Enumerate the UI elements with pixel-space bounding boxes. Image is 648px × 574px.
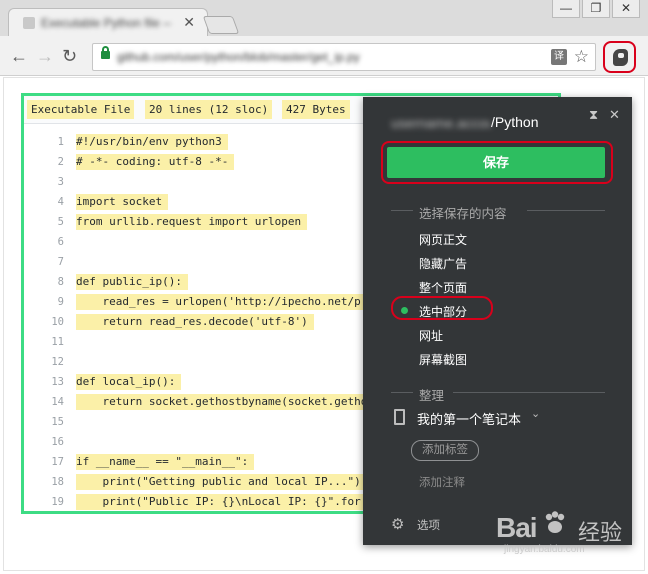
chevron-down-icon[interactable]: ⌄ — [531, 407, 540, 420]
code-text: read_res = urlopen('http://ipecho.net/p — [76, 294, 367, 310]
close-window-button[interactable]: ✕ — [612, 0, 640, 18]
divider — [391, 392, 413, 393]
option-screenshot[interactable]: 屏幕截图 — [419, 351, 467, 368]
browser-tab[interactable]: Executable Python file — GitHub ✕ — [8, 8, 208, 36]
line-number: 4 — [57, 196, 64, 208]
evernote-extension-button[interactable] — [603, 41, 636, 73]
line-count-badge: 20 lines (12 sloc) — [145, 100, 273, 119]
notebook-selector[interactable]: 我的第一个笔记本 — [417, 409, 521, 428]
close-icon[interactable]: ✕ — [609, 107, 620, 123]
code-text: import socket — [76, 194, 169, 210]
line-number: 13 — [51, 376, 64, 388]
line-number: 16 — [51, 436, 64, 448]
code-text: #!/usr/bin/env python3 — [76, 134, 228, 150]
browser-chrome: Executable Python file — GitHub ✕ — ❐ ✕ … — [0, 0, 648, 76]
line-number: 7 — [57, 256, 64, 268]
web-clipper-panel: ⧗ ✕ username.account/Python 保存 选择保存的内容 网… — [363, 97, 632, 545]
divider — [391, 210, 413, 211]
gear-icon[interactable]: ⚙ — [391, 515, 404, 533]
content-section-title: 选择保存的内容 — [419, 207, 507, 221]
code-text: print("Getting public and local IP...") — [76, 474, 367, 490]
maximize-button[interactable]: ❐ — [582, 0, 610, 18]
line-number: 1 — [57, 136, 64, 148]
code-text: def public_ip(): — [76, 274, 188, 290]
line-number: 8 — [57, 276, 64, 288]
option-simplified[interactable]: 隐藏广告 — [419, 255, 467, 272]
code-text: print("Public IP: {}\nLocal IP: {}".for — [76, 494, 367, 510]
line-number: 17 — [51, 456, 64, 468]
code-text: from urllib.request import urlopen — [76, 214, 308, 230]
divider — [453, 392, 605, 393]
forward-icon[interactable]: → — [36, 46, 54, 66]
url-text[interactable]: github.com/user/python/blob/master/get_i… — [117, 50, 537, 66]
option-bookmark[interactable]: 网址 — [419, 327, 443, 344]
line-number: 18 — [51, 476, 64, 488]
new-tab-button[interactable] — [202, 16, 240, 34]
add-tag-button[interactable]: 添加标签 — [411, 440, 479, 461]
reload-icon[interactable]: ↻ — [62, 46, 77, 66]
code-text: return socket.gethostbyname(socket.getho — [76, 394, 374, 410]
settings-link[interactable]: 选项 — [417, 517, 440, 533]
add-note-link[interactable]: 添加注释 — [419, 474, 465, 490]
tab-title: Executable Python file — GitHub — [41, 16, 171, 30]
line-number: 19 — [51, 496, 64, 508]
code-text: # -*- coding: utf-8 -*- — [76, 154, 235, 170]
divider — [527, 210, 605, 211]
file-type-badge: Executable File — [27, 100, 135, 119]
option-full-page[interactable]: 整个页面 — [419, 279, 467, 296]
code-text: return read_res.decode('utf-8') — [76, 314, 314, 330]
notebook-path: username.account/Python — [391, 114, 538, 130]
option-article[interactable]: 网页正文 — [419, 231, 467, 248]
line-number: 11 — [51, 336, 64, 348]
line-number: 12 — [51, 356, 64, 368]
line-number: 5 — [57, 216, 64, 228]
tab-strip: Executable Python file — GitHub ✕ — ❐ ✕ — [0, 0, 648, 36]
back-icon[interactable]: ← — [10, 46, 28, 66]
evernote-elephant-icon — [613, 49, 628, 66]
line-number: 2 — [57, 156, 64, 168]
line-number: 6 — [57, 236, 64, 248]
line-number: 14 — [51, 396, 64, 408]
organize-section-title: 整理 — [419, 389, 445, 403]
translate-icon[interactable]: 译 — [551, 49, 567, 65]
code-text: if __name__ == "__main__": — [76, 454, 255, 470]
browser-toolbar: ← → ↻ github.com/user/python/blob/master… — [0, 38, 648, 76]
window-controls: — ❐ ✕ — [550, 0, 640, 18]
notebook-icon — [394, 409, 405, 425]
line-number: 15 — [51, 416, 64, 428]
favicon-icon — [23, 17, 35, 29]
close-tab-icon[interactable]: ✕ — [183, 14, 195, 31]
address-bar[interactable]: github.com/user/python/blob/master/get_i… — [92, 43, 596, 71]
code-text: def local_ip(): — [76, 374, 182, 390]
minimize-button[interactable]: — — [552, 0, 580, 18]
line-number: 9 — [57, 296, 64, 308]
option-selection[interactable]: 选中部分 — [419, 303, 467, 320]
selected-indicator-icon — [401, 307, 408, 314]
bookmark-star-icon[interactable]: ☆ — [574, 47, 589, 67]
line-number: 3 — [57, 176, 64, 188]
line-number: 10 — [51, 316, 64, 328]
save-button[interactable]: 保存 — [387, 147, 605, 178]
lock-icon — [101, 46, 110, 59]
collapse-icon[interactable]: ⧗ — [589, 107, 598, 123]
file-size-badge: 427 Bytes — [282, 100, 350, 119]
path-suffix: /Python — [491, 114, 539, 130]
account-name: username.account — [391, 115, 491, 129]
